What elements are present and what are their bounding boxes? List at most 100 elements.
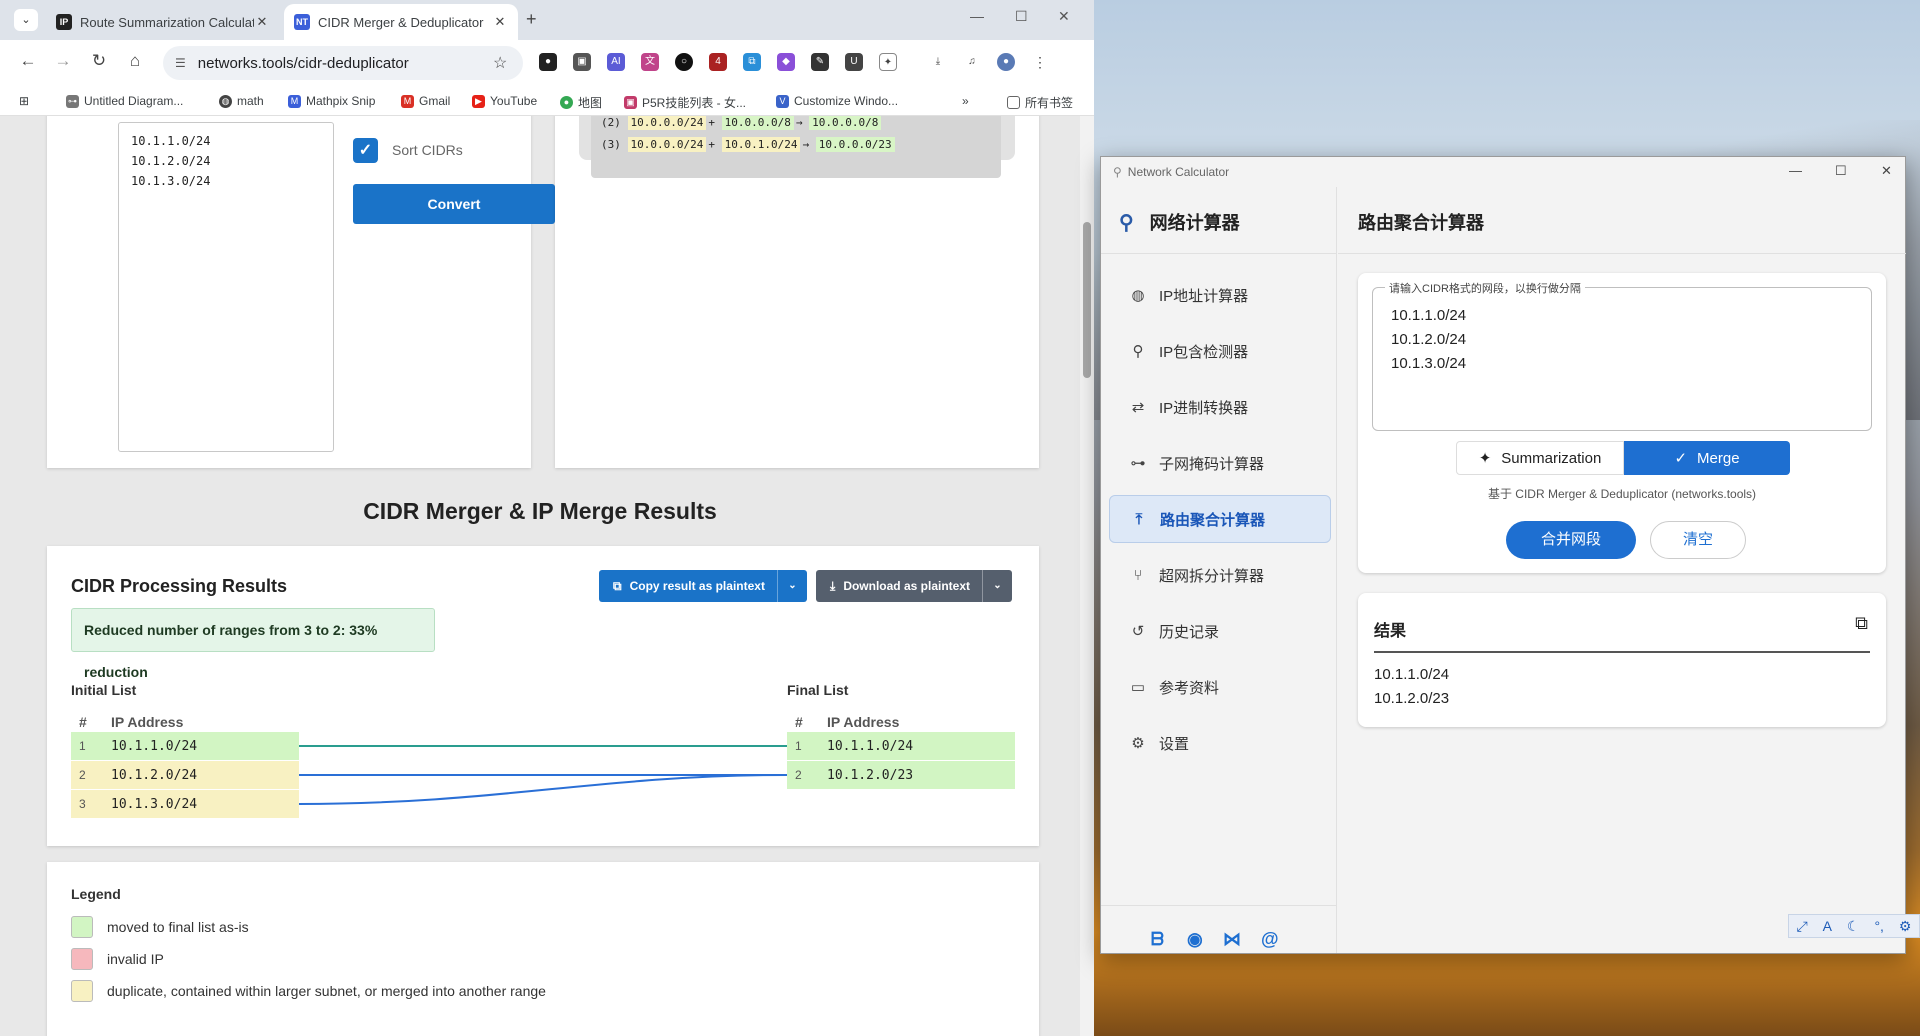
back-icon[interactable]: ← [17,51,39,71]
bookmark-star-icon[interactable]: ☆ [493,53,523,73]
home-icon[interactable]: ⌂ [124,51,146,71]
ime-language-icon[interactable]: A [1823,918,1832,934]
swap-icon: ⇄ [1131,399,1145,416]
site-info-icon[interactable]: ☰ [175,56,186,70]
nav-supernet-split[interactable]: ⑂ 超网拆分计算器 [1109,551,1331,599]
minimize-icon[interactable]: — [1789,163,1802,178]
nav-route-aggregation[interactable]: ⤒ 路由聚合计算器 [1109,495,1331,543]
nav-settings[interactable]: ⚙ 设置 [1109,719,1331,767]
bookmark-math[interactable]: ◍ math [219,94,264,108]
globe-icon: ◍ [219,94,232,108]
bookmark-p5r[interactable]: ▣ P5R技能列表 - 女... [624,94,746,111]
close-window-icon[interactable]: ✕ [1881,163,1892,179]
bookmark-label: 所有书签 [1025,96,1074,110]
reload-icon[interactable]: ↻ [88,51,110,71]
page-scrollbar[interactable] [1080,116,1094,1036]
scrollbar-thumb[interactable] [1083,222,1091,378]
extensions-puzzle-icon[interactable]: ✦ [879,53,897,71]
bookmark-label: YouTube [490,94,538,108]
extension-icon[interactable]: U [845,53,863,71]
download-icon: ⤓ [830,578,836,593]
cidr-input-field[interactable]: 请输入CIDR格式的网段，以换行做分隔 10.1.1.0/24 10.1.2.0… [1372,280,1872,431]
book-icon: ▭ [1130,679,1146,696]
close-window-icon[interactable]: ✕ [1058,8,1070,25]
mathpix-icon: M [288,94,301,108]
download-icon[interactable]: ⤓ [929,53,947,71]
window-title: Network Calculator [1127,165,1230,179]
apps-grid-icon[interactable]: ⊞ [19,94,29,108]
github-icon[interactable]: ◉ [1187,929,1203,950]
extension-icon[interactable]: ● [539,53,557,71]
sparkle-icon: ✦ [1478,450,1492,467]
media-icon[interactable]: ♫ [963,53,981,71]
nav-subnet-mask[interactable]: ⊶ 子网掩码计算器 [1109,439,1331,487]
tree-icon: ⊶ [1130,455,1146,472]
bookmark-maps[interactable]: ● 地图 [560,94,602,111]
nav-ip-contains[interactable]: ⚲ IP包含检测器 [1109,327,1331,375]
forward-icon[interactable]: → [52,51,74,71]
customize-icon: V [776,94,789,108]
extension-icon[interactable]: ○ [675,53,693,71]
bookmark-label: 地图 [578,96,603,110]
merge-button[interactable]: 合并网段 [1506,521,1636,559]
nav-ip-calculator[interactable]: ◍ IP地址计算器 [1109,271,1331,319]
ime-mode-icon[interactable]: ⤢ [1796,918,1807,935]
new-tab-icon[interactable]: + [526,9,537,30]
maximize-icon[interactable]: ☐ [1015,8,1028,25]
bookmark-youtube[interactable]: ▶ YouTube [472,94,537,108]
email-icon[interactable]: @ [1261,929,1279,950]
profile-avatar[interactable]: ● [997,53,1015,71]
bookmarks-bar: ⊞ ⊶ Untitled Diagram... ◍ math M Mathpix Sn… [0,86,1094,116]
bookmark-gmail[interactable]: M Gmail [401,94,450,108]
browser-menu-icon[interactable]: ⋮ [1031,53,1049,71]
bookmark-customize[interactable]: V Customize Windo... [776,94,898,108]
ai-extension-icon[interactable]: AI [607,53,625,71]
close-tab-icon[interactable]: ✕ [254,14,270,30]
ime-settings-icon[interactable]: ⚙ [1899,918,1912,935]
nav-references[interactable]: ▭ 参考资料 [1109,663,1331,711]
download-button[interactable]: ⤓ Download as plaintext ⌄ [816,570,1012,602]
bookmark-all[interactable]: 所有书签 [1007,94,1073,111]
sort-cidrs-checkbox[interactable]: ✓ [353,138,378,163]
blog-icon[interactable]: ᗷ [1151,929,1164,950]
mode-summarization-button[interactable]: ✦ Summarization [1456,441,1624,475]
close-tab-icon[interactable]: ✕ [492,14,508,30]
row-ip: 10.1.2.0/24 [111,767,198,783]
tab-search-button[interactable]: ⌄ [14,9,38,31]
tab-route-summarization[interactable]: IP Route Summarization Calculator ✕ [46,4,280,40]
example-result: 10.0.0.0/23 [815,137,895,152]
convert-button[interactable]: Convert [353,184,555,224]
extension-icon[interactable]: 4 [709,53,727,71]
extension-icon[interactable]: ⧉ [743,53,761,71]
input-text[interactable]: 10.1.1.0/24 10.1.2.0/24 10.1.3.0/24 [1391,304,1466,376]
ime-punctuation-icon[interactable]: °, [1874,918,1884,934]
copy-icon[interactable]: ⧉ [1855,613,1868,634]
row-num: 1 [79,739,86,753]
extension-icon[interactable]: ◆ [777,53,795,71]
minimize-icon[interactable]: — [970,8,984,24]
example-result: 10.0.0.0/8 [809,116,882,130]
nav-history[interactable]: ↺ 历史记录 [1109,607,1331,655]
extension-icon[interactable]: ✎ [811,53,829,71]
more-bookmarks-icon[interactable]: » [962,94,969,108]
ime-moon-icon[interactable]: ☾ [1847,918,1860,935]
clear-button[interactable]: 清空 [1650,521,1746,559]
mode-merge-button[interactable]: ✓ Merge [1624,441,1790,475]
nav-ip-base-converter[interactable]: ⇄ IP进制转换器 [1109,383,1331,431]
results-text: 10.1.1.0/24 10.1.2.0/23 [1374,666,1450,707]
chevron-down-icon[interactable]: ⌄ [982,570,1012,602]
maximize-icon[interactable]: ☐ [1835,163,1847,179]
extension-icon[interactable]: ▣ [573,53,591,71]
bookmark-mathpix[interactable]: M Mathpix Snip [288,94,375,108]
chevron-down-icon[interactable]: ⌄ [776,570,807,602]
tab-cidr-merger[interactable]: NT CIDR Merger & Deduplicator ✕ [284,4,518,40]
example-a: 10.0.0.0/24 [627,116,707,130]
address-bar[interactable]: ☰ networks.tools/cidr-deduplicator ☆ [163,46,523,80]
extension-icon[interactable]: 文 [641,53,659,71]
col-num: # [79,714,87,730]
bookmark-untitled-diagram[interactable]: ⊶ Untitled Diagram... [66,94,183,108]
copy-result-button[interactable]: ⧉ Copy result as plaintext ⌄ [599,570,807,602]
cidr-input-textarea[interactable]: 10.1.1.0/24 10.1.2.0/24 10.1.3.0/24 [118,122,334,452]
bluesky-icon[interactable]: ⋈ [1223,929,1241,950]
reduction-notice: Reduced number of ranges from 3 to 2: 33… [71,608,435,680]
